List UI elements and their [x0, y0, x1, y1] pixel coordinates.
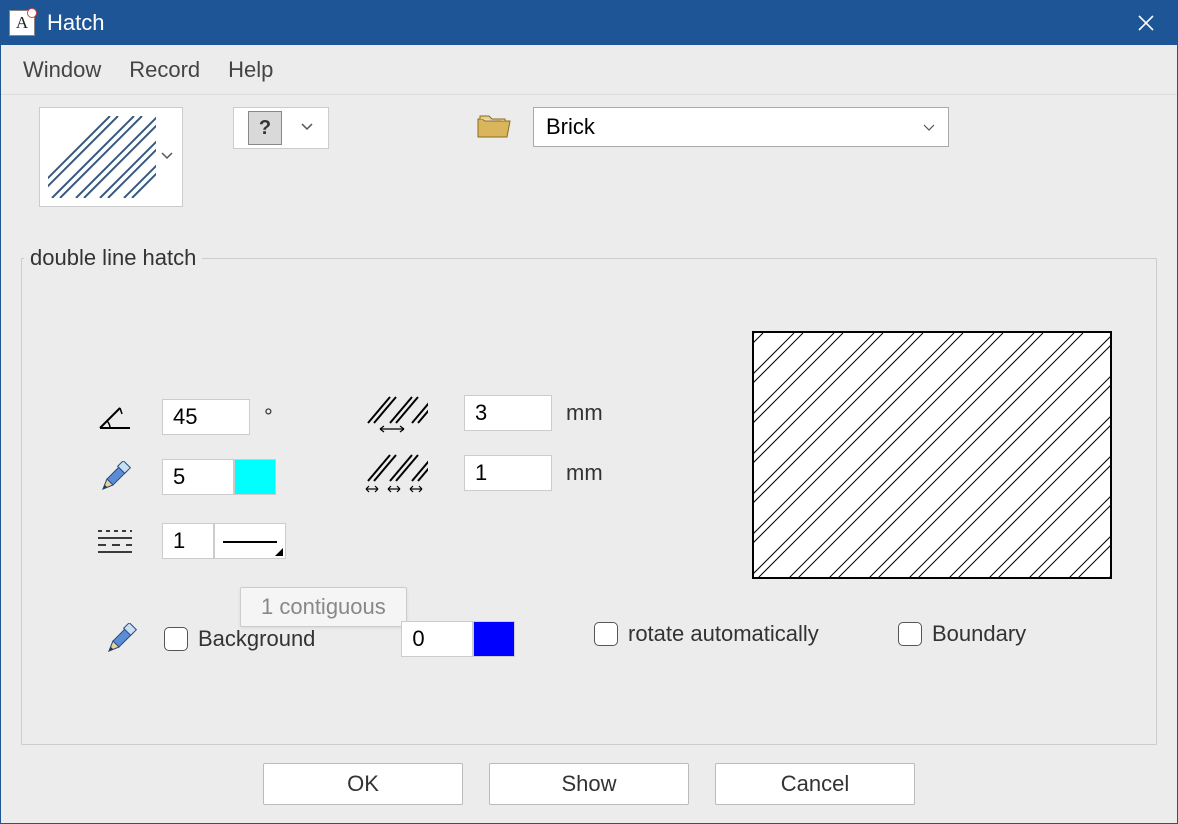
- spacing-major-unit: mm: [566, 400, 603, 426]
- pattern-preview-small: [48, 116, 156, 198]
- pattern-select[interactable]: Brick: [533, 107, 949, 147]
- titlebar: A Hatch: [1, 1, 1177, 45]
- pattern-preview-dropdown[interactable]: [39, 107, 183, 207]
- rotate-auto-label: rotate automatically: [628, 621, 819, 647]
- spacing-minor-input[interactable]: [464, 455, 552, 491]
- close-button[interactable]: [1123, 1, 1169, 45]
- linestyle-input[interactable]: [162, 523, 214, 559]
- rotate-auto-checkbox[interactable]: [594, 622, 618, 646]
- spacing-minor-icon: [362, 455, 430, 491]
- background-checkbox[interactable]: [164, 627, 188, 651]
- pencil-icon: [100, 621, 142, 657]
- cancel-button[interactable]: Cancel: [715, 763, 915, 805]
- menu-help[interactable]: Help: [228, 57, 273, 83]
- pattern-select-value: Brick: [546, 114, 595, 140]
- chevron-down-icon: [922, 114, 936, 140]
- background-label: Background: [198, 626, 315, 652]
- linestyle-picker[interactable]: [214, 523, 286, 559]
- background-color-swatch[interactable]: [473, 621, 515, 657]
- pencil-icon: [94, 459, 136, 495]
- chevron-down-icon: [300, 119, 314, 138]
- group-legend: double line hatch: [24, 245, 202, 271]
- menu-window[interactable]: Window: [23, 57, 101, 83]
- close-icon: [1138, 15, 1154, 31]
- hatch-group: double line hatch: [21, 245, 1157, 745]
- spacing-major-input[interactable]: [464, 395, 552, 431]
- pen-color-swatch[interactable]: [234, 459, 276, 495]
- show-button[interactable]: Show: [489, 763, 689, 805]
- menubar: Window Record Help: [1, 45, 1177, 95]
- menu-record[interactable]: Record: [129, 57, 200, 83]
- chevron-down-icon: [160, 148, 174, 167]
- window-title: Hatch: [47, 10, 104, 36]
- content-area: ? Brick double line hatch: [1, 95, 1177, 823]
- angle-unit: °: [264, 404, 273, 430]
- boundary-label: Boundary: [932, 621, 1026, 647]
- pen-input[interactable]: [162, 459, 234, 495]
- app-icon: A: [9, 10, 35, 36]
- hatch-large-preview: [752, 331, 1112, 579]
- dialog-buttons: OK Show Cancel: [21, 763, 1157, 805]
- boundary-checkbox[interactable]: [898, 622, 922, 646]
- angle-input[interactable]: [162, 399, 250, 435]
- spacing-minor-unit: mm: [566, 460, 603, 486]
- help-dropdown-button[interactable]: ?: [233, 107, 329, 149]
- linestyle-icon: [94, 523, 136, 559]
- background-value-input[interactable]: [401, 621, 473, 657]
- angle-icon: [94, 399, 136, 435]
- dialog-window: A Hatch Window Record Help: [0, 0, 1178, 824]
- top-row: ? Brick: [21, 107, 1157, 217]
- spacing-major-icon: [362, 395, 430, 431]
- folder-icon[interactable]: [477, 113, 511, 144]
- ok-button[interactable]: OK: [263, 763, 463, 805]
- question-icon: ?: [248, 111, 282, 145]
